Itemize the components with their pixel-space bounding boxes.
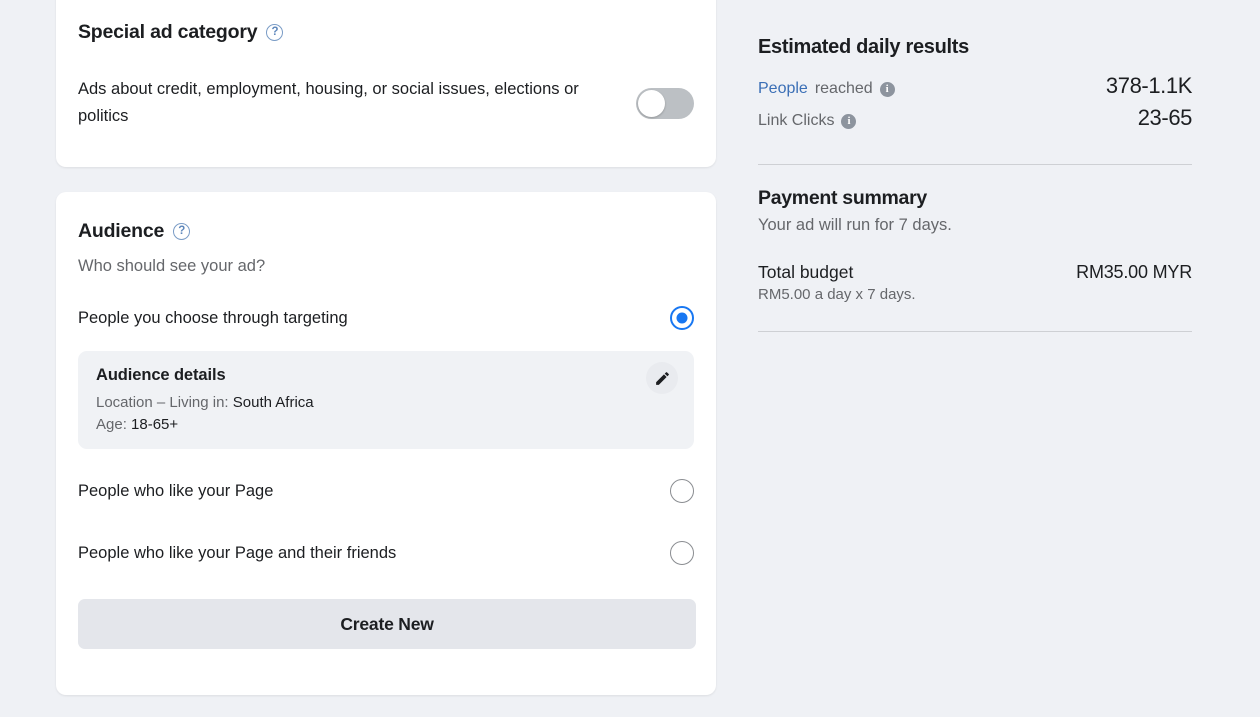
special-ad-category-heading: Special ad category ? bbox=[78, 0, 694, 44]
audience-option-targeting[interactable]: People you choose through targeting bbox=[78, 298, 694, 338]
pencil-icon bbox=[655, 371, 669, 385]
radio-page-likers-friends[interactable] bbox=[670, 541, 694, 565]
age-value: 18-65+ bbox=[131, 416, 179, 433]
special-ad-category-card: Special ad category ? Ads about credit, … bbox=[56, 0, 716, 167]
audience-details-location: Location – Living in: South Africa bbox=[96, 392, 676, 414]
question-mark-icon[interactable]: ? bbox=[266, 24, 284, 41]
audience-option-page-likers-friends[interactable]: People who like your Page and their frie… bbox=[78, 533, 694, 573]
estimated-row-people-reached: People reached i 378-1.1K bbox=[758, 73, 1192, 99]
total-budget-value: RM35.00 MYR bbox=[1076, 262, 1192, 282]
people-reached-value: 378-1.1K bbox=[1105, 73, 1192, 98]
special-ad-category-title: Special ad category bbox=[78, 21, 258, 43]
estimated-row-link-clicks: Link Clicks i 23-65 bbox=[758, 105, 1192, 131]
audience-details-box: Audience details Location – Living in: S… bbox=[78, 351, 694, 449]
age-label: Age: bbox=[96, 416, 127, 433]
edit-audience-button[interactable] bbox=[646, 362, 678, 394]
radio-page-likers[interactable] bbox=[670, 479, 694, 503]
audience-question: Who should see your ad? bbox=[78, 257, 266, 275]
link-clicks-text: Link Clicks bbox=[758, 112, 835, 129]
payment-summary-subtitle: Your ad will run for 7 days. bbox=[758, 216, 952, 234]
estimated-results-title: Estimated daily results bbox=[758, 36, 969, 58]
create-new-button[interactable]: Create New bbox=[78, 599, 696, 649]
total-budget-label: Total budget bbox=[758, 262, 854, 282]
special-ad-category-row: Ads about credit, employment, housing, o… bbox=[78, 76, 694, 130]
audience-option-label: People you choose through targeting bbox=[78, 308, 348, 327]
reached-text: reached bbox=[814, 80, 873, 97]
info-icon[interactable]: i bbox=[841, 113, 857, 129]
total-budget-row: Total budget RM35.00 MYR bbox=[758, 262, 1192, 283]
radio-targeting-selected[interactable] bbox=[670, 306, 694, 330]
link-clicks-label: Link Clicks i bbox=[758, 112, 857, 130]
audience-option-label: People who like your Page bbox=[78, 481, 274, 500]
summary-panel: Estimated daily results People reached i… bbox=[758, 0, 1192, 332]
audience-heading: Audience ? bbox=[78, 192, 694, 243]
special-ad-category-description: Ads about credit, employment, housing, o… bbox=[78, 80, 579, 125]
info-icon[interactable]: i bbox=[879, 81, 895, 97]
audience-option-page-likers[interactable]: People who like your Page bbox=[78, 471, 694, 511]
question-mark-icon[interactable]: ? bbox=[173, 223, 191, 240]
location-value: South Africa bbox=[232, 394, 314, 411]
audience-option-label: People who like your Page and their frie… bbox=[78, 543, 397, 562]
special-ad-category-toggle[interactable] bbox=[636, 87, 694, 119]
audience-details-age: Age: 18-65+ bbox=[96, 414, 676, 436]
total-budget-note: RM5.00 a day x 7 days. bbox=[758, 286, 916, 303]
payment-divider bbox=[758, 331, 1192, 332]
ad-creation-page: Special ad category ? Ads about credit, … bbox=[0, 0, 1260, 717]
audience-card: Audience ? Who should see your ad? Peopl… bbox=[56, 192, 716, 695]
people-reached-label: People reached i bbox=[758, 80, 895, 98]
people-link[interactable]: People bbox=[758, 80, 808, 98]
audience-title: Audience bbox=[78, 220, 165, 242]
audience-details-title: Audience details bbox=[96, 366, 226, 384]
toggle-knob bbox=[638, 89, 665, 117]
payment-summary-title: Payment summary bbox=[758, 187, 927, 209]
location-label: Location – Living in: bbox=[96, 394, 229, 411]
link-clicks-value: 23-65 bbox=[1137, 105, 1193, 130]
summary-divider bbox=[758, 164, 1192, 165]
